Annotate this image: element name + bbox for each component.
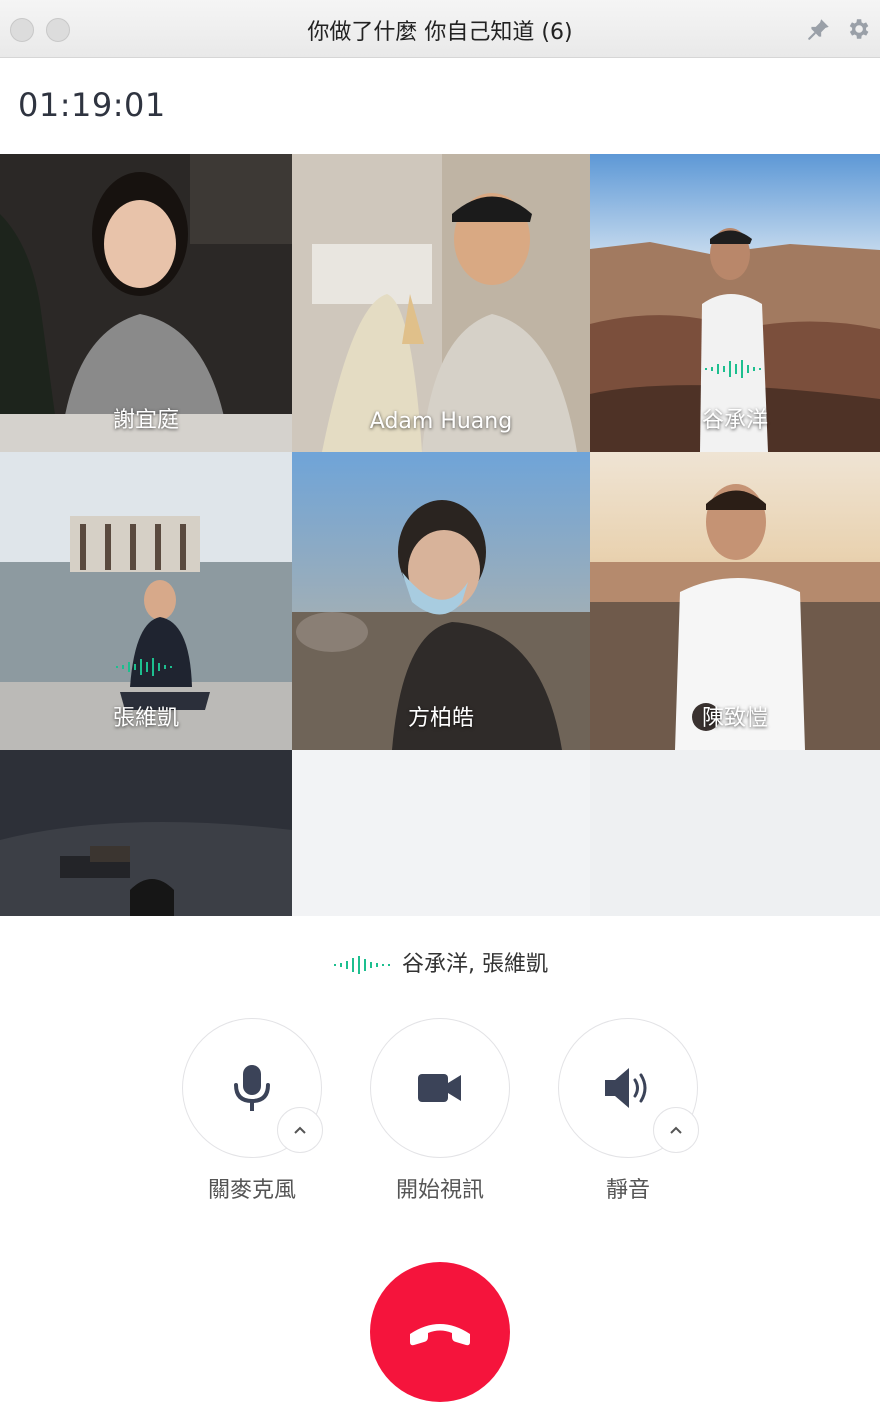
video-label: 開始視訊 — [395, 1178, 484, 1203]
participant-video — [292, 154, 590, 452]
hang-up-icon — [410, 1324, 470, 1346]
participant-tile[interactable]: 謝宜庭 — [0, 154, 292, 452]
participant-name: 陳致愷 — [701, 706, 768, 731]
call-timer: 01:19:01 — [18, 86, 166, 124]
participant-tile[interactable]: 方柏皓 — [292, 452, 590, 750]
audio-wave-icon — [116, 658, 172, 676]
chevron-up-icon — [670, 1126, 682, 1134]
participant-video — [0, 750, 292, 916]
mic-options-button[interactable] — [277, 1107, 323, 1153]
audio-wave-icon — [705, 360, 761, 378]
mic-label: 關麥克風 — [207, 1178, 296, 1203]
participant-tile[interactable]: 陳致愷 — [590, 452, 880, 750]
mic-control: 關麥克風 — [182, 1018, 323, 1204]
pin-icon[interactable] — [806, 16, 832, 42]
video-toggle-button[interactable] — [370, 1018, 510, 1158]
participant-tile[interactable]: Adam Huang — [292, 154, 590, 452]
empty-tile — [292, 750, 590, 916]
active-speakers: 谷承洋, 張維凱 — [0, 946, 880, 978]
participant-tile[interactable]: 谷承洋 — [590, 154, 880, 452]
participant-name: 謝宜庭 — [112, 408, 179, 433]
speaker-control: 靜音 — [558, 1018, 699, 1204]
video-camera-icon — [418, 1074, 461, 1102]
speaker-icon — [605, 1068, 647, 1108]
participant-name: 方柏皓 — [407, 706, 474, 731]
window-titlebar: 你做了什麼 你自己知道 (6) — [0, 0, 880, 58]
hang-up-button[interactable] — [370, 1262, 510, 1402]
speaker-toggle-button[interactable] — [558, 1018, 699, 1158]
participant-tile[interactable] — [0, 750, 292, 916]
microphone-icon — [234, 1065, 270, 1111]
participant-grid: 謝宜庭 Adam Huang 谷承洋 張維凱 方柏皓 陳致愷 — [0, 154, 880, 916]
mic-toggle-button[interactable] — [182, 1018, 323, 1158]
video-control: 開始視訊 — [370, 1018, 510, 1204]
participant-tile[interactable]: 張維凱 — [0, 452, 292, 750]
empty-tile — [590, 750, 880, 916]
participant-name: Adam Huang — [369, 409, 513, 434]
speaker-options-button[interactable] — [653, 1107, 699, 1153]
active-speakers-names: 谷承洋, 張維凱 — [402, 952, 548, 977]
audio-wave-icon — [334, 956, 390, 974]
gear-icon[interactable] — [845, 16, 871, 42]
participant-name: 張維凱 — [112, 706, 179, 731]
participant-name: 谷承洋 — [701, 408, 768, 433]
window-title: 你做了什麼 你自己知道 (6) — [307, 20, 573, 45]
speaker-label: 靜音 — [605, 1178, 650, 1203]
chevron-up-icon — [294, 1126, 306, 1134]
